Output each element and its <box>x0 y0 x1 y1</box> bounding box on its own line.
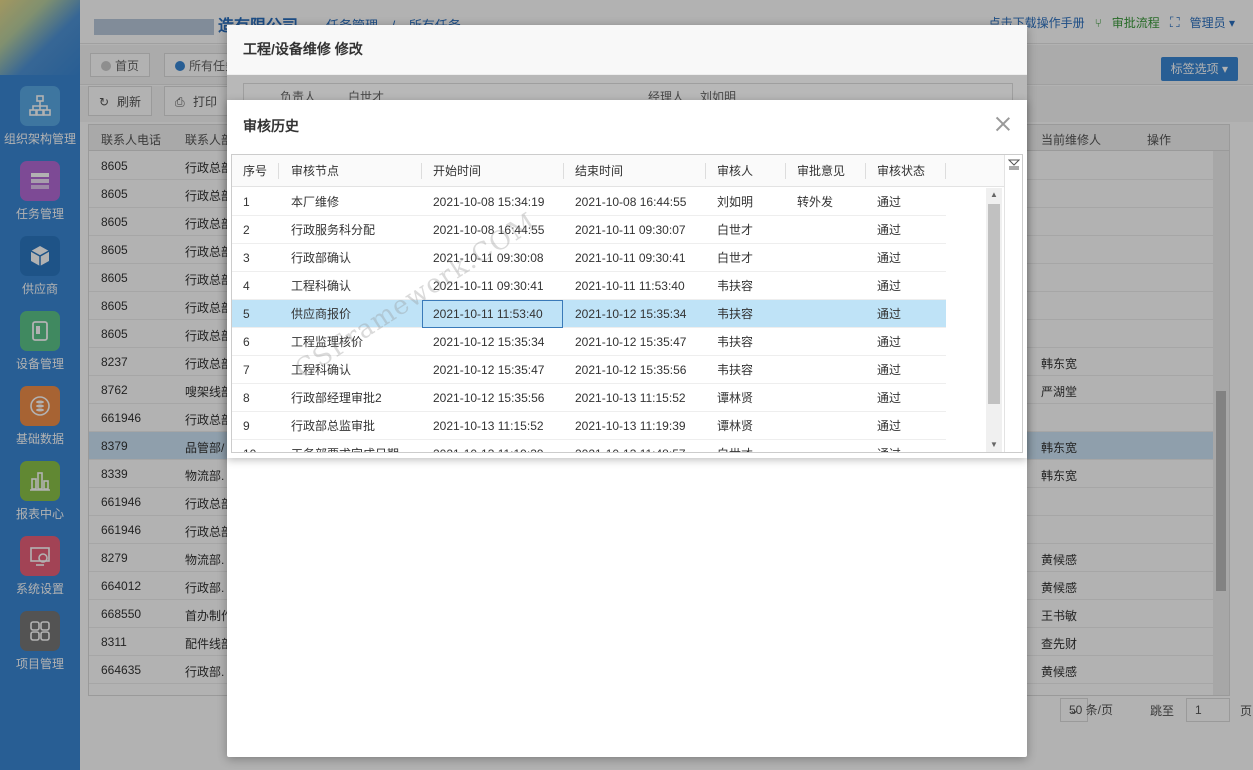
end-cell[interactable]: 2021-10-11 09:30:07 <box>564 216 705 244</box>
close-icon[interactable] <box>995 116 1011 132</box>
status-cell[interactable]: 通过 <box>866 328 945 356</box>
auditor-cell[interactable]: 韦扶容 <box>706 328 785 356</box>
end-cell[interactable]: 2021-10-12 15:35:47 <box>564 328 705 356</box>
no-cell[interactable]: 5 <box>232 300 279 328</box>
column-chooser-icon[interactable] <box>1008 158 1020 170</box>
column-header[interactable]: 序号 <box>232 155 267 187</box>
status-cell[interactable]: 通过 <box>866 412 945 440</box>
auditor-cell[interactable]: 白世才 <box>706 216 785 244</box>
end-cell[interactable]: 2021-10-12 15:35:34 <box>564 300 705 328</box>
column-header[interactable]: 审核状态 <box>866 155 925 187</box>
node-cell[interactable]: 工务部要求完成日期 <box>280 440 421 452</box>
column-header[interactable]: 结束时间 <box>564 155 623 187</box>
status-cell[interactable]: 通过 <box>866 244 945 272</box>
opinion-cell[interactable] <box>786 384 865 412</box>
table-row[interactable]: 1 本厂维修 2021-10-08 15:34:19 2021-10-08 16:44… <box>232 188 946 216</box>
end-cell[interactable]: 2021-10-08 16:44:55 <box>564 188 705 216</box>
scrollbar-thumb[interactable] <box>988 204 1000 404</box>
status-cell[interactable]: 通过 <box>866 440 945 452</box>
auditor-cell[interactable]: 白世才 <box>706 440 785 452</box>
auditor-cell[interactable]: 韦扶容 <box>706 300 785 328</box>
column-header[interactable]: 开始时间 <box>422 155 481 187</box>
opinion-cell[interactable] <box>786 328 865 356</box>
end-cell[interactable]: 2021-10-11 09:30:41 <box>564 244 705 272</box>
opinion-cell[interactable] <box>786 412 865 440</box>
opinion-cell[interactable] <box>786 440 865 452</box>
status-cell[interactable]: 通过 <box>866 216 945 244</box>
start-cell[interactable]: 2021-10-13 11:15:52 <box>422 412 563 440</box>
opinion-cell[interactable] <box>786 216 865 244</box>
start-cell[interactable]: 2021-10-13 11:19:39 <box>422 440 563 452</box>
dialog-title: 审核历史 <box>243 118 299 134</box>
end-cell[interactable]: 2021-10-13 11:15:52 <box>564 384 705 412</box>
node-cell[interactable]: 行政部确认 <box>280 244 421 272</box>
no-cell[interactable]: 10 <box>232 440 279 452</box>
table-row[interactable]: 2 行政服务科分配 2021-10-08 16:44:55 2021-10-11 09… <box>232 216 946 244</box>
auditor-cell[interactable]: 韦扶容 <box>706 272 785 300</box>
status-cell[interactable]: 通过 <box>866 300 945 328</box>
grid-header: 序号 审核节点 开始时间 结束时间 审核人 审批意见 审核状态 <box>232 155 1022 187</box>
status-cell[interactable]: 通过 <box>866 272 945 300</box>
table-row[interactable]: 5 供应商报价 2021-10-11 11:53:40 2021-10-12 15:3… <box>232 300 946 328</box>
node-cell[interactable]: 行政服务科分配 <box>280 216 421 244</box>
table-row[interactable]: 3 行政部确认 2021-10-11 09:30:08 2021-10-11 09:3… <box>232 244 946 272</box>
opinion-cell[interactable]: 转外发 <box>786 188 865 216</box>
no-cell[interactable]: 7 <box>232 356 279 384</box>
end-cell[interactable]: 2021-10-13 11:48:57 <box>564 440 705 452</box>
end-cell[interactable]: 2021-10-11 11:53:40 <box>564 272 705 300</box>
auditor-cell[interactable]: 谭林贤 <box>706 412 785 440</box>
column-header[interactable]: 审批意见 <box>786 155 845 187</box>
dialog-shade <box>227 75 1027 100</box>
dialog-title: 工程/设备维修 修改 <box>227 25 1027 75</box>
start-cell[interactable]: 2021-10-08 15:34:19 <box>422 188 563 216</box>
table-row[interactable]: 9 行政部总监审批 2021-10-13 11:15:52 2021-10-13 11… <box>232 412 946 440</box>
auditor-cell[interactable]: 谭林贤 <box>706 384 785 412</box>
node-cell[interactable]: 本厂维修 <box>280 188 421 216</box>
audit-history-grid: 序号 审核节点 开始时间 结束时间 审核人 审批意见 审核状态 1 本厂维修 202… <box>231 154 1023 453</box>
status-cell[interactable]: 通过 <box>866 188 945 216</box>
start-cell[interactable]: 2021-10-12 15:35:47 <box>422 356 563 384</box>
opinion-cell[interactable] <box>786 300 865 328</box>
start-cell[interactable]: 2021-10-11 11:53:40 <box>422 300 563 328</box>
column-header[interactable]: 审核节点 <box>280 155 339 187</box>
column-header[interactable]: 审核人 <box>706 155 753 187</box>
table-row[interactable]: 8 行政部经理审批2 2021-10-12 15:35:56 2021-10-13 1… <box>232 384 946 412</box>
no-cell[interactable]: 8 <box>232 384 279 412</box>
scroll-up-icon[interactable]: ▲ <box>986 188 1002 202</box>
node-cell[interactable]: 行政部总监审批 <box>280 412 421 440</box>
end-cell[interactable]: 2021-10-13 11:19:39 <box>564 412 705 440</box>
auditor-cell[interactable]: 韦扶容 <box>706 356 785 384</box>
grid-customize-column <box>1004 155 1022 452</box>
audit-history-dialog: 审核历史 序号 审核节点 开始时间 结束时间 审核人 审批意见 审核状态 1 本厂… <box>227 100 1027 458</box>
opinion-cell[interactable] <box>786 272 865 300</box>
grid-scrollbar[interactable]: ▲ ▼ <box>986 188 1002 452</box>
column-divider[interactable] <box>278 163 279 179</box>
no-cell[interactable]: 9 <box>232 412 279 440</box>
column-divider[interactable] <box>945 163 946 179</box>
auditor-cell[interactable]: 白世才 <box>706 244 785 272</box>
no-cell[interactable]: 1 <box>232 188 279 216</box>
no-cell[interactable]: 2 <box>232 216 279 244</box>
status-cell[interactable]: 通过 <box>866 384 945 412</box>
grid-body: 1 本厂维修 2021-10-08 15:34:19 2021-10-08 16:44… <box>232 188 1002 452</box>
opinion-cell[interactable] <box>786 356 865 384</box>
status-cell[interactable]: 通过 <box>866 356 945 384</box>
table-row[interactable]: 4 工程科确认 2021-10-11 09:30:41 2021-10-11 11:5… <box>232 272 946 300</box>
no-cell[interactable]: 6 <box>232 328 279 356</box>
table-row[interactable]: 10工务部要求完成日期2021-10-13 11:19:392021-10-13… <box>232 440 946 452</box>
start-cell[interactable]: 2021-10-12 15:35:34 <box>422 328 563 356</box>
opinion-cell[interactable] <box>786 244 865 272</box>
end-cell[interactable]: 2021-10-12 15:35:56 <box>564 356 705 384</box>
scroll-down-icon[interactable]: ▼ <box>986 438 1002 452</box>
node-cell[interactable]: 行政部经理审批2 <box>280 384 421 412</box>
no-cell[interactable]: 3 <box>232 244 279 272</box>
auditor-cell[interactable]: 刘如明 <box>706 188 785 216</box>
no-cell[interactable]: 4 <box>232 272 279 300</box>
start-cell[interactable]: 2021-10-12 15:35:56 <box>422 384 563 412</box>
